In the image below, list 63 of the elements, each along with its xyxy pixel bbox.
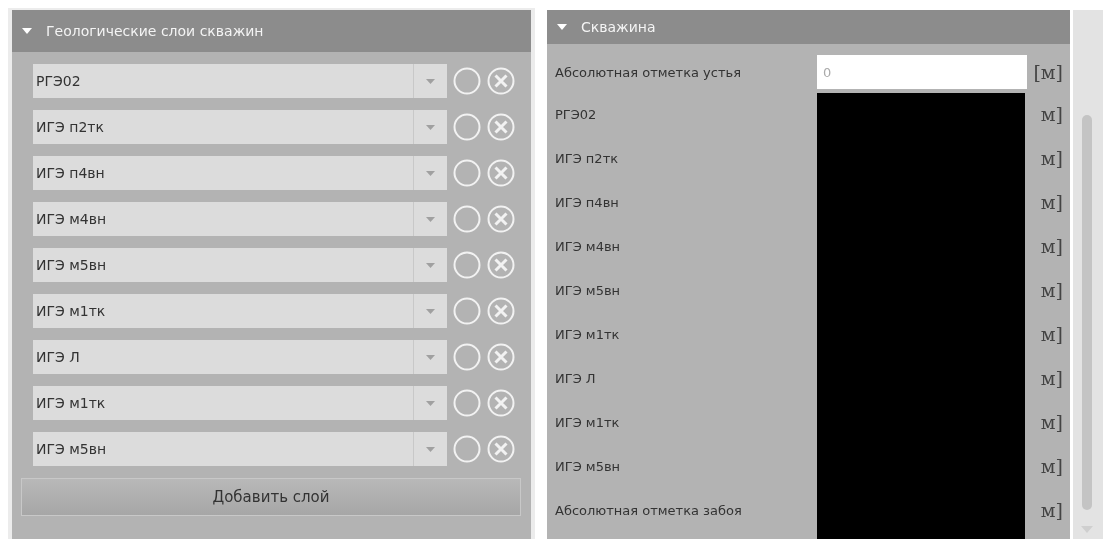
field-label: ИГЭ Л <box>555 370 597 386</box>
field-label: ИГЭ п2тк <box>555 150 620 166</box>
remove-icon[interactable] <box>487 205 515 233</box>
field-label: ИГЭ м4вн <box>555 238 622 254</box>
unit-label: м] <box>1039 103 1063 125</box>
field-label: ИГЭ м1тк <box>555 414 621 430</box>
remove-icon[interactable] <box>487 389 515 417</box>
caret-icon <box>426 400 435 406</box>
unit-label: [м] <box>1032 61 1063 83</box>
layer-dropdown[interactable]: ИГЭ м5вн <box>33 248 447 282</box>
field-label: ИГЭ м5вн <box>555 458 622 474</box>
layer-dropdown[interactable]: ИГЭ м5вн <box>33 432 447 466</box>
remove-icon[interactable] <box>487 343 515 371</box>
unit-label: м] <box>1039 411 1063 433</box>
caret-icon <box>426 262 435 268</box>
remove-icon[interactable] <box>487 251 515 279</box>
remove-icon[interactable] <box>487 67 515 95</box>
field-label: ИГЭ п4вн <box>555 194 620 210</box>
circle-icon[interactable] <box>453 389 481 417</box>
remove-icon[interactable] <box>487 435 515 463</box>
collapse-triangle-icon[interactable] <box>22 28 32 34</box>
caret-icon <box>426 170 435 176</box>
layer-dropdown[interactable]: ИГЭ п2тк <box>33 110 447 144</box>
field-label: ИГЭ м1тк <box>555 326 621 342</box>
layer-dropdown[interactable]: ИГЭ м4вн <box>33 202 447 236</box>
layer-dropdown[interactable]: РГЭ02 <box>33 64 447 98</box>
layer-dropdown[interactable]: ИГЭ м1тк <box>33 386 447 420</box>
layer-dropdown[interactable]: ИГЭ м1тк <box>33 294 447 328</box>
circle-icon[interactable] <box>453 435 481 463</box>
unit-label: м] <box>1039 147 1063 169</box>
field-label: ИГЭ м5вн <box>555 282 622 298</box>
circle-icon[interactable] <box>453 113 481 141</box>
circle-icon[interactable] <box>453 297 481 325</box>
remove-icon[interactable] <box>487 113 515 141</box>
caret-icon <box>426 124 435 130</box>
scrollbar[interactable] <box>1073 10 1103 539</box>
circle-icon[interactable] <box>453 343 481 371</box>
unit-label: м] <box>1039 455 1063 477</box>
add-layer-button[interactable]: Добавить слой <box>21 478 521 516</box>
field-label: РГЭ02 <box>555 106 598 122</box>
circle-icon[interactable] <box>453 159 481 187</box>
caret-icon <box>426 78 435 84</box>
field-label: Абсолютная отметка устья <box>555 64 742 80</box>
caret-icon <box>426 446 435 452</box>
unit-label: м] <box>1039 367 1063 389</box>
remove-icon[interactable] <box>487 159 515 187</box>
unit-label: м] <box>1039 235 1063 257</box>
collapse-triangle-icon[interactable] <box>557 24 567 30</box>
caret-icon <box>426 308 435 314</box>
circle-icon[interactable] <box>453 251 481 279</box>
caret-icon <box>426 354 435 360</box>
unit-label: м] <box>1039 191 1063 213</box>
caret-icon <box>426 216 435 222</box>
scrollbar-thumb[interactable] <box>1082 115 1092 510</box>
unit-label: м] <box>1039 499 1063 521</box>
unit-label: м] <box>1039 279 1063 301</box>
unit-label: м] <box>1039 323 1063 345</box>
layer-dropdown[interactable]: ИГЭ п4вн <box>33 156 447 190</box>
field-label: Абсолютная отметка забоя <box>555 502 743 518</box>
circle-icon[interactable] <box>453 205 481 233</box>
remove-icon[interactable] <box>487 297 515 325</box>
circle-icon[interactable] <box>453 67 481 95</box>
layer-dropdown[interactable]: ИГЭ Л <box>33 340 447 374</box>
